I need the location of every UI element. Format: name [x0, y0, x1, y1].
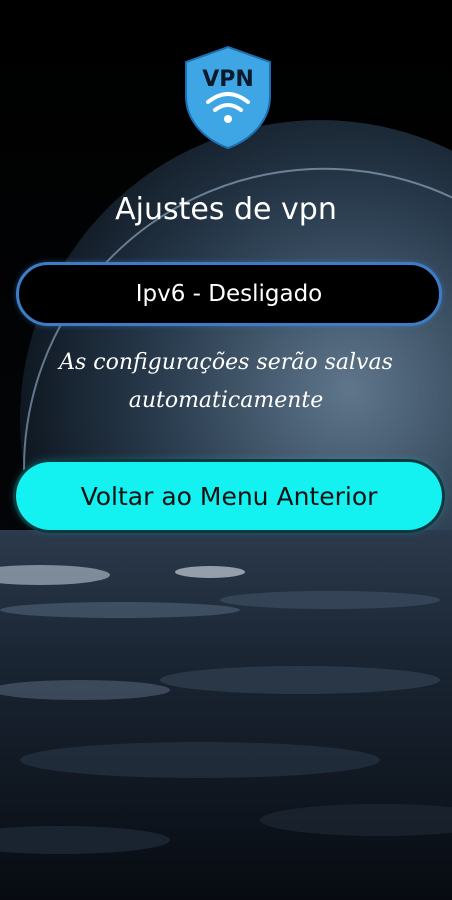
- back-to-menu-label: Voltar ao Menu Anterior: [80, 481, 378, 511]
- ipv6-toggle-label: Ipv6 - Desligado: [135, 281, 323, 307]
- autosave-note-line1: As configurações serão salvas: [59, 350, 393, 375]
- autosave-note-line2: automaticamente: [128, 388, 324, 413]
- autosave-note: As configurações serão salvas automatica…: [10, 344, 442, 420]
- vpn-shield-logo: VPN: [185, 45, 271, 150]
- back-to-menu-button[interactable]: Voltar ao Menu Anterior: [16, 462, 442, 530]
- ipv6-toggle-button[interactable]: Ipv6 - Desligado: [16, 262, 442, 326]
- page-title: Ajustes de vpn: [115, 192, 337, 227]
- vpn-logo-text: VPN: [202, 67, 254, 92]
